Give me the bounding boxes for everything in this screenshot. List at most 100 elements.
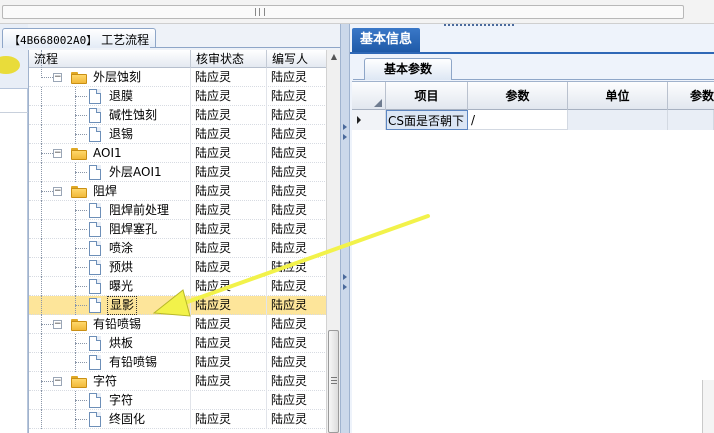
tab-basic-params[interactable]: 基本参数 [353, 58, 452, 80]
document-icon [89, 355, 101, 370]
tree-line [75, 172, 87, 173]
row-indicator-icon[interactable] [352, 110, 386, 130]
tree-line [75, 362, 87, 363]
splitter-arrow-icon[interactable] [343, 134, 347, 140]
tree-item-label: 终固化 [109, 412, 146, 426]
collapse-toggle-icon[interactable]: − [53, 73, 62, 82]
tree-line [41, 182, 42, 201]
splitter-arrow-icon[interactable] [343, 124, 347, 130]
collapse-toggle-icon[interactable]: − [53, 187, 62, 196]
document-icon [89, 412, 101, 427]
tree-folder-row[interactable]: − 外层蚀刻 陆应灵 陆应灵 [29, 50, 327, 87]
tab-basic-info[interactable]: 基本信息 [352, 28, 420, 52]
cell-flow: 字符 [29, 391, 191, 410]
tree-line [41, 163, 42, 182]
tree-line [41, 381, 53, 382]
tree-row[interactable]: 有铅喷锡 陆应灵 陆应灵 [29, 353, 327, 372]
thumb-grip-icon [331, 380, 337, 381]
scroll-grip-icon[interactable] [255, 8, 265, 16]
tree-item-label: 外层蚀刻 [93, 70, 142, 84]
folder-icon [71, 319, 87, 331]
horizontal-scrollbar[interactable] [2, 5, 684, 19]
table-row[interactable]: CS面是否朝下 / [352, 110, 714, 130]
tree-item-label: 预烘 [109, 260, 134, 274]
tree-row[interactable]: 退锡 陆应灵 陆应灵 [29, 125, 327, 144]
tree-line [41, 372, 42, 391]
tree-row[interactable]: 退膜 陆应灵 陆应灵 [29, 87, 327, 106]
cell-unit[interactable] [568, 110, 668, 130]
column-header-author[interactable]: 编写人 [267, 50, 327, 68]
tree-line [75, 115, 87, 116]
cell-review-status: 陆应灵 [191, 125, 267, 144]
cell-author: 陆应灵 [271, 298, 308, 312]
tree-line [41, 315, 42, 334]
left-panel-divider [0, 112, 28, 113]
tree-folder-row[interactable]: − 阻焊 陆应灵 陆应灵 [29, 182, 327, 201]
top-scrollbar-area [0, 0, 714, 24]
tree-line [41, 277, 42, 296]
column-header-param[interactable]: 参数 [468, 82, 568, 110]
tree-folder-row[interactable]: − AOI1 陆应灵 陆应灵 [29, 144, 327, 163]
cell-flow: − 阻焊 [29, 182, 191, 201]
cell-item[interactable]: CS面是否朝下 [386, 110, 468, 130]
tree-line [75, 210, 87, 211]
tree-row[interactable]: 外层AOI1 陆应灵 陆应灵 [29, 163, 327, 182]
cell-author: 陆应灵 [271, 127, 308, 141]
scroll-up-icon[interactable]: ▲ [327, 50, 341, 64]
grid-corner-icon[interactable] [352, 82, 386, 110]
cell-review-status [191, 391, 267, 410]
tree-row[interactable]: 阻焊塞孔 陆应灵 陆应灵 [29, 220, 327, 239]
tree-row[interactable]: 阻焊前处理 陆应灵 陆应灵 [29, 201, 327, 220]
splitter-arrow-icon[interactable] [343, 284, 347, 290]
tree-line [41, 87, 42, 106]
column-header-item[interactable]: 项目 [386, 82, 468, 110]
cell-flow: − AOI1 [29, 144, 191, 163]
collapse-toggle-icon[interactable]: − [53, 149, 62, 158]
collapse-handle[interactable] [444, 24, 514, 29]
tree-row[interactable]: 显影 陆应灵 陆应灵 [29, 296, 327, 315]
tree-line [41, 144, 42, 163]
params-grid-header: 项目 参数 单位 参数 [352, 82, 714, 110]
collapse-toggle-icon[interactable]: − [53, 377, 62, 386]
document-icon [89, 298, 101, 313]
tree-line [75, 305, 87, 306]
tree-row[interactable]: 字符 陆应灵 [29, 391, 327, 410]
cell-extra[interactable] [668, 110, 714, 130]
cell-author: 陆应灵 [271, 108, 308, 122]
splitter-arrow-icon[interactable] [343, 274, 347, 280]
tree-folder-row[interactable]: − 有铅喷锡 陆应灵 陆应灵 [29, 315, 327, 334]
document-icon [89, 165, 101, 180]
document-icon [89, 127, 101, 142]
tree-item-label: 碱性蚀刻 [109, 108, 158, 122]
tree-row[interactable]: 碱性蚀刻 陆应灵 陆应灵 [29, 106, 327, 125]
collapse-toggle-icon[interactable]: − [53, 320, 62, 329]
document-icon [89, 108, 101, 123]
tree-header: 流程 核审状态 编写人 [29, 50, 340, 68]
panel-splitter[interactable] [340, 24, 350, 433]
tree-item-label: 曝光 [109, 279, 134, 293]
tree-row[interactable]: 终固化 陆应灵 陆应灵 [29, 410, 327, 429]
tree-row[interactable]: 喷涂 陆应灵 陆应灵 [29, 239, 327, 258]
tree-item-label: 有铅喷锡 [93, 317, 142, 331]
column-header-unit[interactable]: 单位 [568, 82, 668, 110]
subtab-line [452, 79, 714, 80]
cell-param[interactable]: / [468, 110, 568, 130]
document-tab-line [150, 47, 343, 48]
column-header-param-2[interactable]: 参数 [668, 82, 714, 110]
tree-row[interactable]: 预烘 陆应灵 陆应灵 [29, 258, 327, 277]
folder-icon [71, 376, 87, 388]
tree-item-label: 喷涂 [109, 241, 134, 255]
tree-folder-row[interactable]: − 字符 陆应灵 陆应灵 [29, 372, 327, 391]
tree-line [41, 191, 53, 192]
column-header-review[interactable]: 核审状态 [191, 50, 267, 68]
tree-line [75, 96, 87, 97]
cell-flow: 有铅喷锡 [29, 353, 191, 372]
document-tab[interactable]: 【4B668002A0】 工艺流程 [2, 28, 157, 48]
tree-vertical-scrollbar[interactable]: ▲ [326, 50, 340, 433]
right-edge-scrollbar[interactable] [702, 380, 714, 433]
column-header-flow[interactable]: 流程 [29, 50, 191, 68]
scroll-thumb[interactable] [328, 330, 339, 433]
tree-row[interactable]: 烘板 陆应灵 陆应灵 [29, 334, 327, 353]
tree-row[interactable]: 曝光 陆应灵 陆应灵 [29, 277, 327, 296]
tree-line [41, 334, 42, 353]
